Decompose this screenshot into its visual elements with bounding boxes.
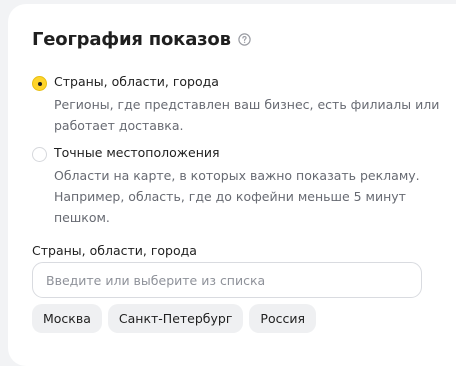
regions-field-label: Страны, области, города — [32, 243, 197, 258]
region-chip-moscow[interactable]: Москва — [32, 304, 102, 333]
option-regions-label[interactable]: Страны, области, города — [54, 74, 219, 89]
region-chip-russia[interactable]: Россия — [249, 304, 316, 333]
radio-regions-selected[interactable] — [32, 76, 47, 91]
option-regions-description: Регионы, где представлен ваш бизнес, ест… — [54, 97, 440, 133]
option-exact-locations-label[interactable]: Точные местоположения — [54, 145, 220, 160]
section-header: География показов — [32, 29, 251, 50]
region-chip-saint-petersburg[interactable]: Санкт-Петербург — [107, 304, 244, 333]
section-title: География показов — [32, 29, 231, 50]
option-exact-locations-description: Области на карте, в которых важно показа… — [54, 168, 420, 225]
radio-exact-locations[interactable] — [32, 147, 47, 162]
geography-card: География показов Страны, области, город… — [8, 4, 456, 366]
selected-regions: Москва Санкт-Петербург Россия — [32, 304, 316, 333]
question-circle-icon[interactable] — [238, 33, 251, 46]
regions-search-input[interactable] — [32, 262, 422, 298]
